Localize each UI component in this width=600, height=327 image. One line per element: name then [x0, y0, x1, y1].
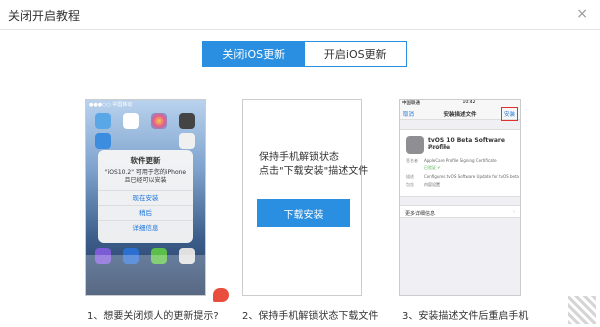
step-caption-1: 1、想要关闭烦人的更新提示?: [87, 311, 219, 322]
more-details-row[interactable]: 更多详细信息 ›: [400, 205, 520, 218]
calendar-icon: [123, 113, 139, 129]
dialog-title: 软件更新: [130, 156, 161, 165]
profile-org: Apple Inc.: [428, 145, 451, 150]
camera-icon: [179, 113, 195, 129]
tab-enable-ios-update[interactable]: 开启iOS更新: [304, 42, 406, 66]
app-icon: [95, 133, 111, 149]
qr-code-icon: [568, 296, 596, 324]
download-panel: 保持手机解锁状态 点击"下载安装"描述文件 下载安装: [242, 99, 368, 296]
instruction-line-2: 点击"下载安装"描述文件: [259, 166, 369, 177]
tab-switcher: 关闭iOS更新 开启iOS更新: [202, 41, 407, 67]
profile-card: tvOS 10 Beta Software Profile Apple Inc.…: [400, 129, 520, 197]
more-details-label: 更多详细信息: [405, 211, 436, 217]
chevron-right-icon: ›: [513, 209, 515, 215]
weather-icon: [95, 113, 111, 129]
profile-row: 描述 Configures tvOS Software Update for tv…: [406, 174, 519, 179]
install-profile-screenshot: 中国联通 10:42 取消 安装描述文件 安装 tvOS 10 Beta Sof…: [399, 99, 521, 296]
profile-row: 签名者 AppleCare Profile Signing Certificate: [406, 158, 497, 163]
photos-icon: [151, 113, 167, 129]
download-install-button[interactable]: 下载安装: [257, 199, 350, 227]
later-button[interactable]: 稍后: [98, 205, 193, 220]
window-title: 关闭开启教程: [8, 9, 81, 23]
phone-status-bar: ●●●○○ 中国移动: [89, 102, 133, 108]
install-button[interactable]: 安装: [500, 107, 518, 121]
profile-row: 已验证 ✔: [424, 165, 441, 170]
step-caption-3: 3、安装描述文件后重启手机: [402, 311, 529, 322]
instruction-text: 保持手机解锁状态 点击"下载安装"描述文件: [259, 151, 369, 179]
instruction-line-1: 保持手机解锁状态: [259, 152, 339, 163]
phone-dock: [86, 255, 205, 295]
profile-row: 包含 内容设置: [406, 182, 440, 187]
gear-icon: [406, 136, 424, 154]
chat-bubble-icon: [213, 288, 229, 302]
app-icon: [179, 133, 195, 149]
dialog-message: "iOS10.2" 可用于您的iPhone且已经可以安装: [104, 169, 187, 184]
close-icon[interactable]: ×: [576, 6, 588, 22]
dialog-titlebar: 关闭开启教程 ×: [0, 0, 600, 30]
phone-screenshot: ●●●○○ 中国移动 软件更新 "iOS10.2" 可用于您的iPhone且已经…: [85, 99, 206, 296]
details-button[interactable]: 详细信息: [98, 220, 193, 235]
install-now-button[interactable]: 现在安装: [98, 190, 193, 205]
profile-nav-bar: 取消 安装描述文件 安装: [400, 106, 520, 121]
step-caption-2: 2、保持手机解锁状态下载文件: [242, 311, 379, 322]
software-update-dialog: 软件更新 "iOS10.2" 可用于您的iPhone且已经可以安装 现在安装 稍…: [98, 150, 193, 243]
tab-disable-ios-update[interactable]: 关闭iOS更新: [203, 42, 305, 66]
